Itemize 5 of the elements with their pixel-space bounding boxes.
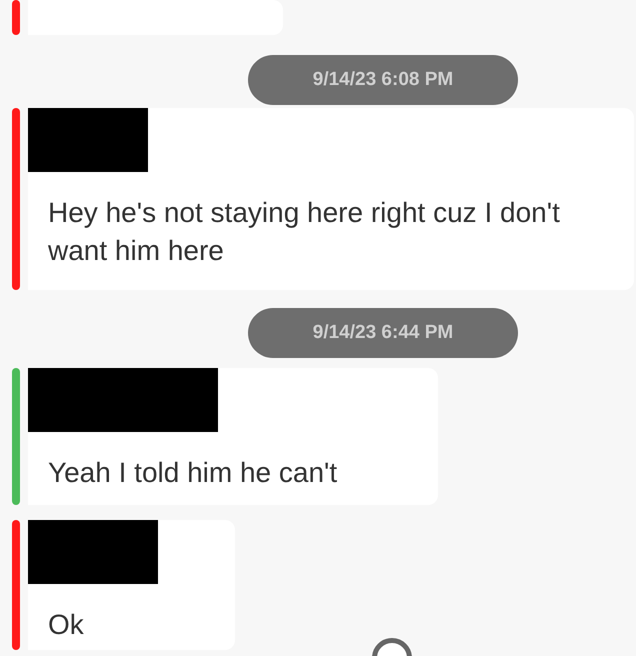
timestamp-pill: 9/14/23 6:44 PM — [248, 308, 518, 358]
message-text: Ok — [47, 608, 85, 642]
timestamp-pill: 9/14/23 6:08 PM — [248, 55, 518, 105]
message-text: Hey he's not staying here right cuz I don't want him here — [47, 196, 561, 268]
message-text: Yeah I told him he can't — [47, 456, 338, 490]
